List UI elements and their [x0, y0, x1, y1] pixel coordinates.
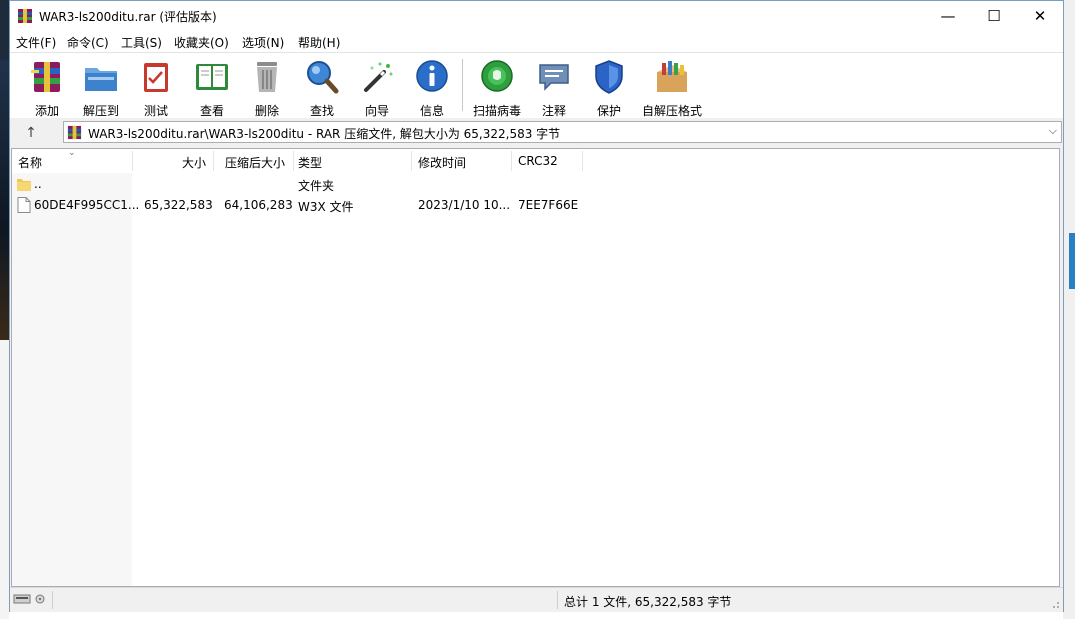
find-button[interactable]: 查找	[295, 57, 349, 118]
file-modified: 2023/1/10 10...	[418, 198, 511, 212]
address-bar: ↑ WAR3-ls200ditu.rar\WAR3-ls200ditu - RA…	[10, 118, 1063, 147]
info-button[interactable]: 信息	[405, 57, 459, 118]
status-bar: 总计 1 文件, 65,322,583 字节	[10, 587, 1063, 612]
toolbar: 添加 解压到 测试 查看 删除 查找 向导 信息 扫描病毒 注释 保护 自解压格…	[10, 52, 1063, 119]
trash-icon	[257, 62, 277, 92]
desktop-background-right	[1063, 0, 1075, 619]
menu-command[interactable]: 命令(C)	[67, 34, 109, 51]
maximize-button[interactable]: ☐	[971, 1, 1017, 31]
view-book-icon	[196, 64, 228, 90]
up-button[interactable]: ↑	[20, 122, 42, 144]
menu-help[interactable]: 帮助(H)	[298, 34, 340, 51]
column-size-header[interactable]: 大小	[182, 154, 206, 171]
name-column-background	[12, 173, 132, 586]
file-size: 65,322,583	[144, 198, 213, 212]
sfx-box-icon	[657, 61, 687, 92]
arrow-up-icon: ↑	[25, 125, 37, 141]
list-item[interactable]: 60DE4F995CC1... 65,322,583 64,106,283 W3…	[12, 195, 1059, 216]
add-button[interactable]: 添加	[20, 57, 74, 118]
minimize-icon: —	[940, 7, 956, 25]
path-combobox[interactable]: WAR3-ls200ditu.rar\WAR3-ls200ditu - RAR …	[63, 121, 1062, 143]
protect-button[interactable]: 保护	[582, 57, 636, 118]
virus-scan-icon	[481, 60, 513, 92]
menu-file[interactable]: 文件(F)	[16, 34, 56, 51]
test-icon	[144, 63, 168, 92]
maximize-icon: ☐	[987, 7, 1001, 25]
file-packed-size: 64,106,283	[224, 198, 293, 212]
title-bar: WAR3-ls200ditu.rar (评估版本) — ☐ ✕	[10, 1, 1063, 31]
file-name: ..	[34, 177, 42, 191]
delete-button[interactable]: 删除	[240, 57, 294, 118]
status-divider	[52, 591, 53, 609]
column-divider[interactable]	[132, 151, 133, 171]
file-type: W3X 文件	[298, 200, 354, 214]
info-label: 信息	[419, 104, 444, 118]
folder-icon	[17, 179, 31, 191]
column-header-row: 名称 ⌄ 大小 压缩后大小 类型 修改时间 CRC32	[12, 148, 1059, 173]
status-divider	[557, 591, 558, 609]
comment-button[interactable]: 注释	[527, 57, 581, 118]
column-packed-header[interactable]: 压缩后大小	[225, 154, 285, 171]
comment-icon	[539, 64, 569, 91]
view-button[interactable]: 查看	[185, 57, 239, 118]
column-divider[interactable]	[411, 151, 412, 171]
toolbar-separator	[462, 59, 463, 111]
column-name-header[interactable]: 名称	[18, 154, 42, 171]
magnifier-icon	[307, 61, 339, 94]
info-icon	[416, 60, 448, 92]
window-title: WAR3-ls200ditu.rar (评估版本)	[39, 10, 217, 24]
wizard-button[interactable]: 向导	[350, 57, 404, 118]
view-label: 查看	[199, 104, 224, 118]
column-divider[interactable]	[582, 151, 583, 171]
rar-archive-icon	[67, 125, 82, 140]
desktop-background-left	[0, 0, 9, 619]
column-crc-header[interactable]: CRC32	[518, 154, 558, 168]
sfx-button[interactable]: 自解压格式	[637, 57, 707, 118]
column-modified-header[interactable]: 修改时间	[418, 154, 466, 171]
file-icon	[17, 197, 31, 213]
sort-indicator-icon: ⌄	[68, 148, 76, 158]
winrar-window: WAR3-ls200ditu.rar (评估版本) — ☐ ✕ 文件(F) 命令…	[9, 0, 1064, 612]
minimize-button[interactable]: —	[925, 1, 971, 31]
file-type: 文件夹	[298, 179, 335, 193]
resize-grip-icon[interactable]	[1050, 599, 1060, 609]
close-button[interactable]: ✕	[1017, 1, 1063, 31]
menu-favorites[interactable]: 收藏夹(O)	[174, 34, 229, 51]
menu-options[interactable]: 选项(N)	[242, 34, 284, 51]
protect-label: 保护	[596, 104, 621, 118]
comment-label: 注释	[541, 104, 566, 118]
file-name: 60DE4F995CC1...	[34, 198, 140, 212]
virus-scan-button[interactable]: 扫描病毒	[470, 57, 524, 118]
test-button[interactable]: 测试	[129, 57, 183, 118]
chevron-down-icon[interactable]: ⌵	[1049, 124, 1057, 138]
extract-to-icon	[85, 68, 117, 91]
list-item[interactable]: .. 文件夹	[12, 174, 1059, 195]
file-crc: 7EE7F66E	[518, 198, 579, 212]
find-label: 查找	[309, 104, 334, 118]
test-label: 测试	[143, 104, 168, 118]
column-divider[interactable]	[293, 151, 294, 171]
add-archive-icon	[31, 62, 60, 92]
sfx-label: 自解压格式	[641, 104, 702, 118]
add-label: 添加	[34, 104, 59, 118]
winrar-app-icon	[18, 9, 32, 23]
extract-to-label: 解压到	[82, 104, 119, 118]
column-type-header[interactable]: 类型	[298, 154, 322, 171]
virus-scan-label: 扫描病毒	[472, 104, 521, 118]
status-summary: 总计 1 文件, 65,322,583 字节	[564, 595, 732, 609]
archive-path-text: WAR3-ls200ditu.rar\WAR3-ls200ditu - RAR …	[88, 127, 561, 141]
delete-label: 删除	[254, 104, 279, 118]
wizard-wand-icon	[364, 62, 393, 92]
extract-to-button[interactable]: 解压到	[74, 57, 128, 118]
wizard-label: 向导	[364, 104, 389, 118]
shield-icon	[595, 60, 623, 94]
drive-status-icon	[13, 594, 45, 604]
file-list: 名称 ⌄ 大小 压缩后大小 类型 修改时间 CRC32 .. 文件夹 60DE4…	[11, 148, 1060, 587]
close-icon: ✕	[1033, 7, 1047, 25]
menu-tools[interactable]: 工具(S)	[121, 34, 162, 51]
menu-bar: 文件(F) 命令(C) 工具(S) 收藏夹(O) 选项(N) 帮助(H)	[10, 31, 1063, 52]
column-divider[interactable]	[213, 151, 214, 171]
column-divider[interactable]	[511, 151, 512, 171]
